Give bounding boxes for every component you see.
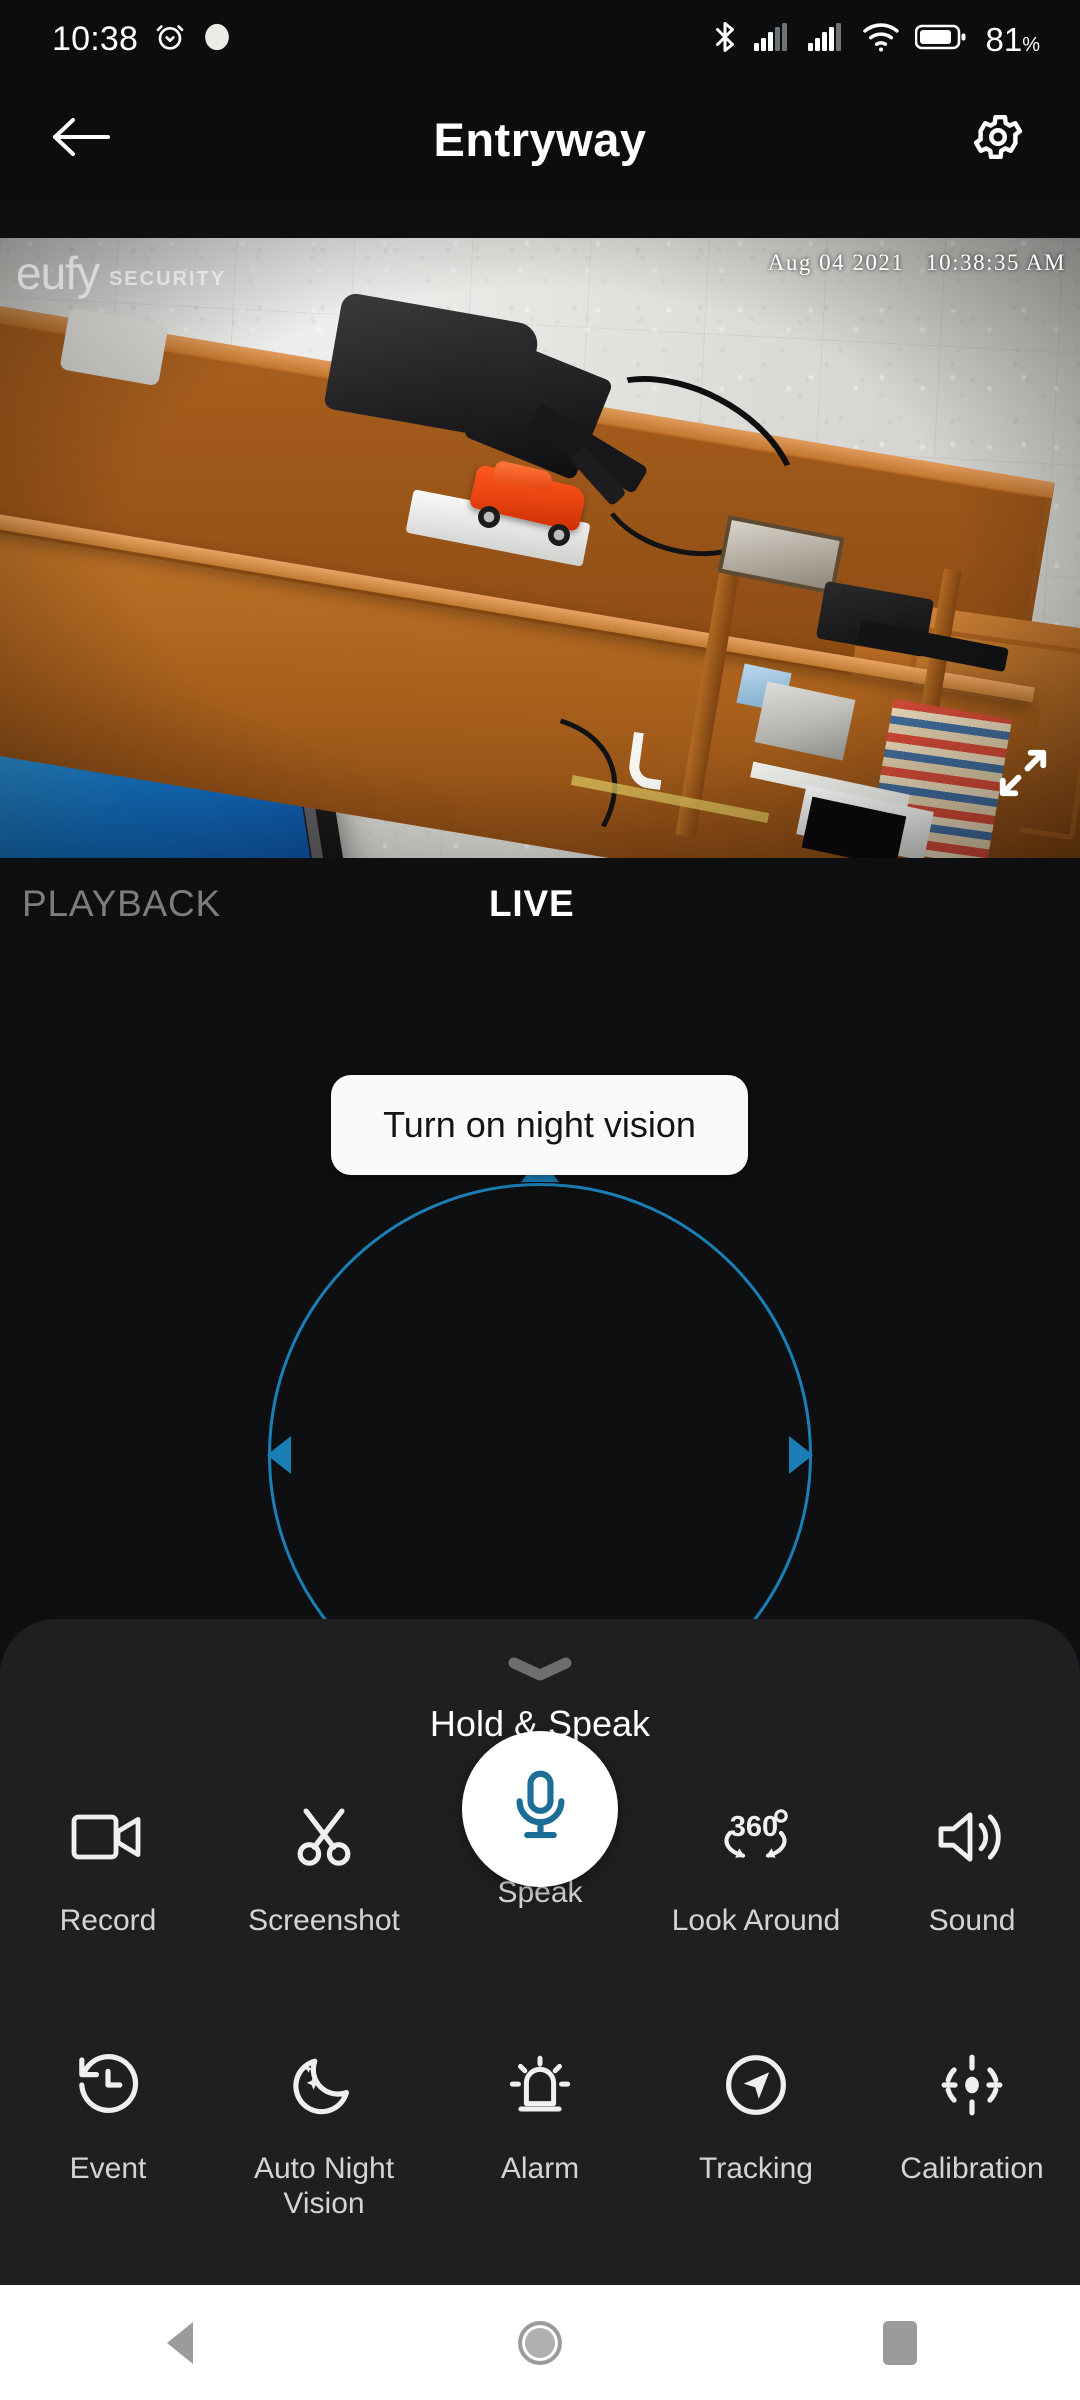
control-event[interactable]: Event xyxy=(0,2037,216,2222)
control-speak[interactable]: Speak xyxy=(432,1731,648,1938)
alarm-clock-icon xyxy=(154,21,186,58)
status-clock: 10:38 xyxy=(52,20,139,58)
control-auto-night-vision[interactable]: Auto Night Vision xyxy=(216,2037,432,2222)
tooltip-text: Turn on night vision xyxy=(383,1104,696,1145)
tab-live[interactable]: LIVE xyxy=(489,858,574,950)
recording-dot-icon xyxy=(202,22,232,57)
android-navigation-bar xyxy=(0,2285,1080,2400)
settings-button[interactable] xyxy=(952,93,1044,185)
controls-row-2: Event Auto Night Vision Alarm Tracking C… xyxy=(0,2037,1080,2222)
control-label: Look Around xyxy=(671,1904,841,1937)
360-degrees-icon: 360 xyxy=(714,1789,798,1885)
fullscreen-button[interactable] xyxy=(988,740,1058,810)
battery-icon xyxy=(915,22,967,57)
control-screenshot[interactable]: Screenshot xyxy=(216,1789,432,1938)
control-label: Calibration xyxy=(900,2152,1044,2185)
triangle-left-icon[interactable] xyxy=(267,1436,291,1474)
page-title: Entryway xyxy=(433,112,647,166)
chevron-down-icon xyxy=(507,1657,573,1686)
control-label: Alarm xyxy=(500,2152,580,2185)
sheet-collapse-handle[interactable] xyxy=(506,1657,574,1686)
app-screen: 10:38 81% Entryway eufy SECURITY Aug 04 … xyxy=(0,0,1080,2400)
control-calibration[interactable]: Calibration xyxy=(864,2037,1080,2222)
control-label: Sound xyxy=(928,1904,1016,1937)
controls-row-1: Record Screenshot Speak 360 Look Around … xyxy=(0,1731,1080,1938)
back-button[interactable] xyxy=(36,94,126,184)
status-bar: 10:38 81% xyxy=(0,0,1080,78)
speak-button-circle[interactable] xyxy=(462,1731,618,1887)
control-label: Record xyxy=(59,1904,157,1937)
nav-back-icon xyxy=(167,2321,193,2364)
nav-recents-icon xyxy=(883,2320,917,2365)
status-bar-right: 81% xyxy=(711,19,1040,60)
triangle-right-icon[interactable] xyxy=(789,1436,813,1474)
control-label: Auto Night Vision xyxy=(253,2152,395,2221)
cellular-signal-icon xyxy=(753,22,793,57)
control-label: Event xyxy=(69,2152,147,2185)
control-tracking[interactable]: Tracking xyxy=(648,2037,864,2222)
view-mode-tabs: PLAYBACK LIVE xyxy=(0,858,1080,950)
svg-text:360: 360 xyxy=(730,1811,778,1843)
siren-icon xyxy=(506,2037,574,2133)
navigation-arrow-icon xyxy=(723,2037,789,2133)
wifi-icon xyxy=(861,21,901,58)
night-vision-tooltip[interactable]: Turn on night vision xyxy=(331,1075,748,1175)
history-clock-icon xyxy=(75,2037,141,2133)
control-label: Tracking xyxy=(699,2152,813,2185)
nav-home-icon xyxy=(518,2320,562,2365)
controls-bottom-sheet: Hold & Speak Record Screenshot Speak 360… xyxy=(0,1619,1080,2285)
bluetooth-icon xyxy=(711,19,739,60)
video-camera-icon xyxy=(71,1789,145,1885)
moon-stars-icon xyxy=(291,2037,357,2133)
tab-playback[interactable]: PLAYBACK xyxy=(22,858,221,950)
microphone-icon xyxy=(508,1769,572,1850)
back-arrow-icon xyxy=(50,113,112,166)
cellular-signal-icon xyxy=(807,22,847,57)
nav-back-button[interactable] xyxy=(110,2285,250,2400)
camera-scene xyxy=(0,238,1080,858)
control-record[interactable]: Record xyxy=(0,1789,216,1938)
fullscreen-expand-icon xyxy=(996,746,1050,805)
battery-level: 81% xyxy=(985,20,1040,58)
live-video-view[interactable]: eufy SECURITY Aug 04 2021 10:38:35 AM xyxy=(0,238,1080,858)
scissors-icon xyxy=(291,1789,357,1885)
gear-icon xyxy=(970,109,1026,170)
app-header: Entryway xyxy=(0,78,1080,200)
control-label: Screenshot xyxy=(248,1904,400,1937)
control-sound[interactable]: Sound xyxy=(864,1789,1080,1938)
status-bar-left: 10:38 xyxy=(52,21,232,58)
nav-home-button[interactable] xyxy=(470,2285,610,2400)
control-look-around[interactable]: 360 Look Around xyxy=(648,1789,864,1938)
speaker-volume-icon xyxy=(937,1789,1007,1885)
crosshair-target-icon xyxy=(939,2037,1005,2133)
control-alarm[interactable]: Alarm xyxy=(432,2037,648,2222)
nav-recents-button[interactable] xyxy=(830,2285,970,2400)
